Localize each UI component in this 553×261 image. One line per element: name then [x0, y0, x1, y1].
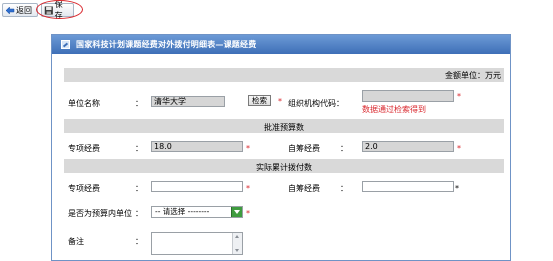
- actual-special-colon: ：: [135, 184, 143, 193]
- actual-special-input[interactable]: [151, 181, 243, 192]
- unit-name-input[interactable]: [151, 96, 225, 107]
- actual-special-label: 专项经费: [68, 184, 100, 193]
- required-star: *: [455, 184, 459, 193]
- org-code-input[interactable]: [362, 90, 454, 102]
- toolbar: 返回 保存: [0, 0, 553, 20]
- remark-label: 备注: [68, 237, 84, 246]
- required-star: *: [457, 144, 461, 153]
- approved-budget-heading: 批准预算数: [264, 123, 304, 132]
- self-funds-input[interactable]: [362, 141, 454, 152]
- edit-icon: [61, 40, 70, 49]
- org-code-hint: 数据通过检索得到: [362, 105, 426, 114]
- approved-funds-row: 专项经费 ： * 自筹经费 ： *: [64, 139, 504, 157]
- actual-funds-row: 专项经费 ： * 自筹经费 ： *: [64, 179, 504, 197]
- actual-section: 实际累计拨付数: [64, 159, 504, 173]
- amount-unit-label: 金额单位：万元: [445, 71, 501, 80]
- dropdown-arrow-icon[interactable]: [231, 207, 242, 217]
- unit-name-label: 单位名称: [68, 99, 100, 108]
- in-budget-select[interactable]: -- 请选择 --------: [151, 206, 243, 218]
- required-star: *: [278, 97, 282, 106]
- amount-unit-row: 金额单位：万元: [64, 68, 504, 82]
- search-button[interactable]: 检索: [248, 95, 271, 106]
- special-funds-label: 专项经费: [68, 144, 100, 153]
- actual-heading: 实际累计拨付数: [256, 163, 312, 172]
- approved-budget-section: 批准预算数: [64, 119, 504, 133]
- unit-name-row: 单位名称 ： 检索 * 组织机构代码： * 数据通过检索得到: [64, 87, 504, 119]
- self-funds-label: 自筹经费: [288, 144, 320, 153]
- in-budget-row: 是否为预算内单位 ： -- 请选择 -------- *: [64, 203, 504, 223]
- self-funds-colon: ：: [340, 144, 348, 153]
- panel-header: 国家科技计划课题经费对外拨付明细表—课题经费: [52, 35, 510, 54]
- in-budget-selected: -- 请选择 --------: [155, 207, 210, 216]
- actual-self-label: 自筹经费: [288, 184, 320, 193]
- unit-name-colon: ：: [135, 99, 143, 108]
- special-funds-input[interactable]: [151, 141, 243, 152]
- textarea-scrollbar[interactable]: [232, 233, 242, 254]
- required-star: *: [246, 144, 250, 153]
- panel-title: 国家科技计划课题经费对外拨付明细表—课题经费: [76, 40, 257, 49]
- actual-self-colon: ：: [340, 184, 348, 193]
- actual-self-input[interactable]: [362, 181, 454, 192]
- back-button[interactable]: 返回: [2, 3, 38, 17]
- org-code-label: 组织机构代码：: [288, 99, 344, 108]
- in-budget-label: 是否为预算内单位: [68, 209, 132, 218]
- required-star: *: [457, 92, 461, 101]
- in-budget-colon: ：: [135, 209, 143, 218]
- highlight-circle: [36, 0, 83, 19]
- required-star: *: [246, 209, 250, 218]
- remark-row: 备注 ：: [64, 229, 504, 259]
- funding-panel: 国家科技计划课题经费对外拨付明细表—课题经费 金额单位：万元 单位名称 ： 检索…: [51, 34, 511, 261]
- back-arrow-icon: [5, 5, 15, 15]
- remark-textarea[interactable]: [151, 232, 243, 255]
- required-star: *: [246, 184, 250, 193]
- back-label: 返回: [16, 5, 32, 15]
- remark-colon: ：: [135, 237, 143, 246]
- special-funds-colon: ：: [135, 144, 143, 153]
